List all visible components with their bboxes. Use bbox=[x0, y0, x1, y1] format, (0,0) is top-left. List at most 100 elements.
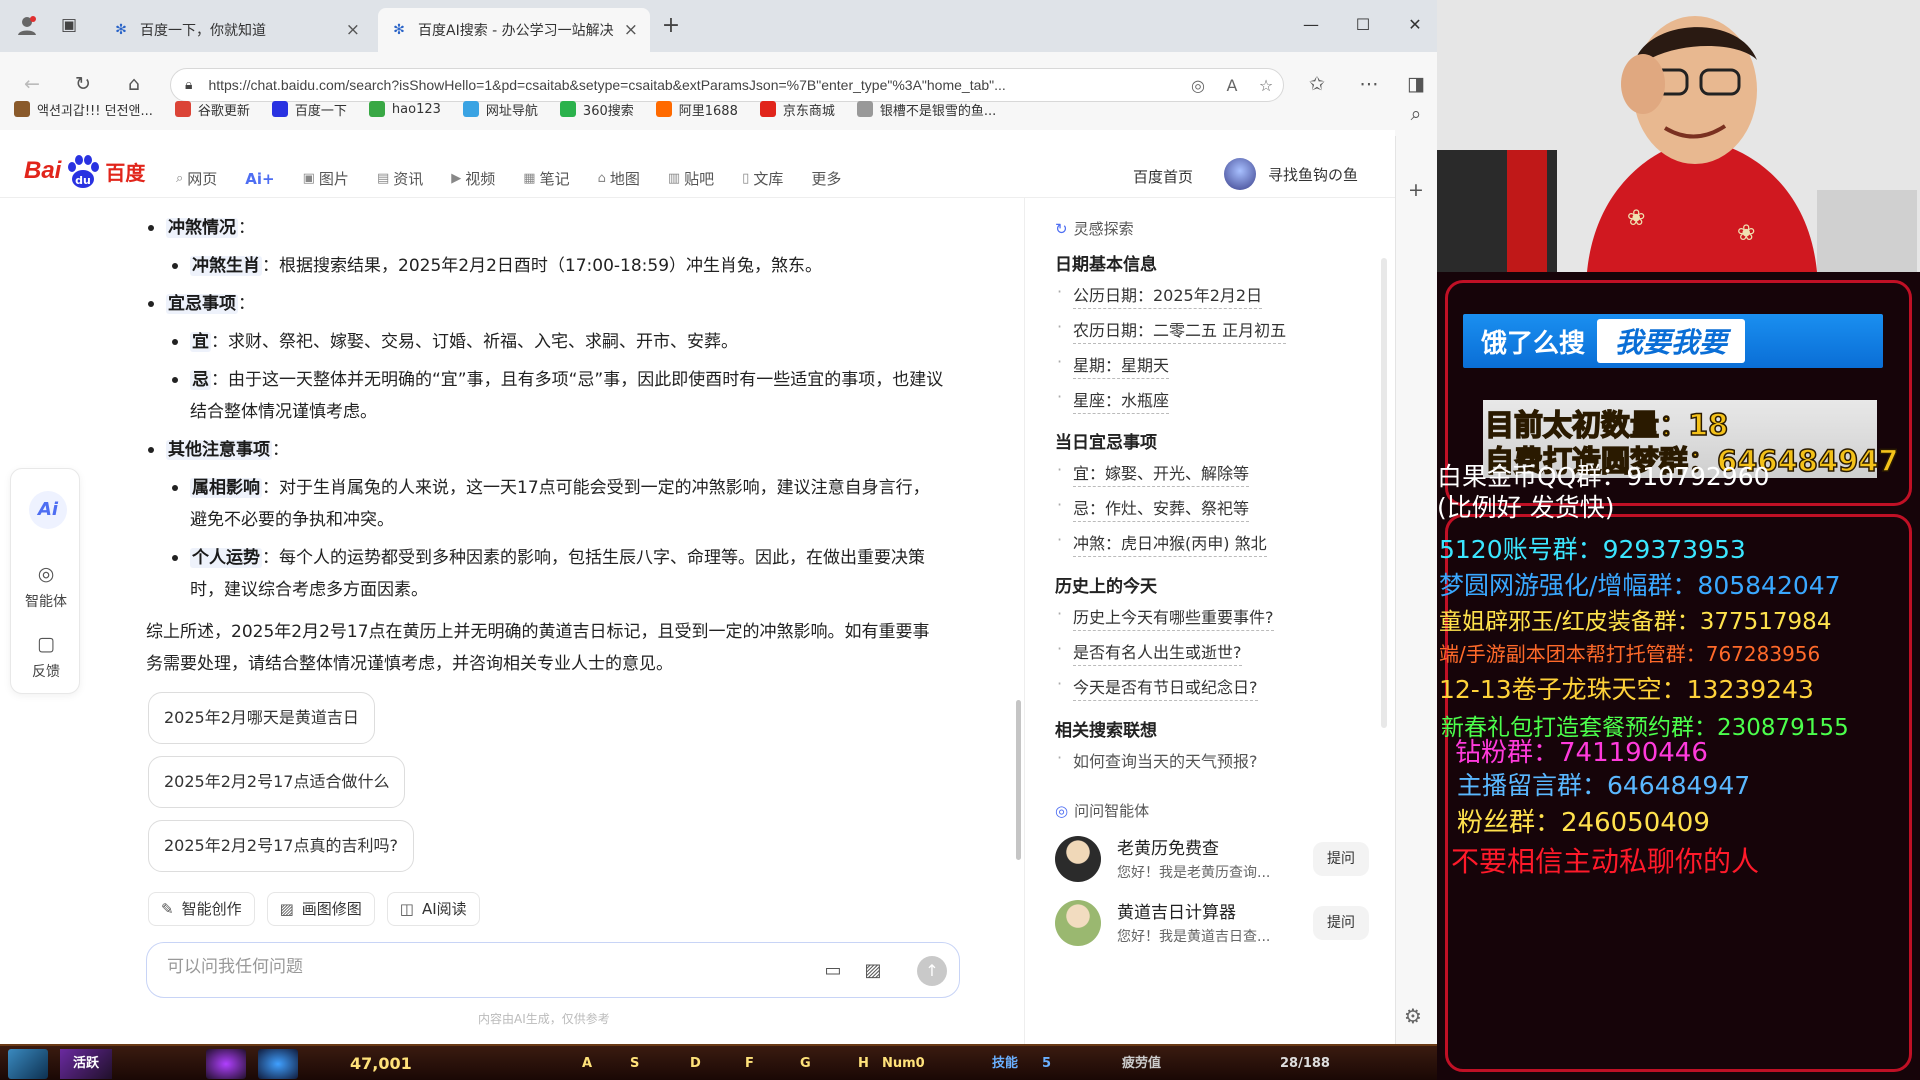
keyword[interactable]: 宜 bbox=[190, 332, 211, 352]
related-item[interactable]: 如何查询当天的天气预报? bbox=[1057, 748, 1257, 774]
skill-slot[interactable] bbox=[258, 1049, 298, 1079]
settings-gear-icon[interactable]: ⚙ bbox=[1404, 1004, 1422, 1028]
user-menu[interactable]: 寻找鱼钩の鱼 bbox=[1224, 158, 1358, 190]
search-tab[interactable]: ▯ 文库 bbox=[742, 168, 783, 189]
pen-icon: ✎ bbox=[161, 900, 174, 918]
folder-icon[interactable]: ▭ bbox=[819, 957, 847, 985]
suggestion-chip[interactable]: 2025年2月2号17点适合做什么 bbox=[148, 756, 406, 808]
search-tab[interactable]: ⌕ 网页 bbox=[176, 168, 217, 189]
history-item[interactable]: 是否有名人出生或逝世? bbox=[1057, 639, 1242, 666]
svg-text:❀: ❀ bbox=[1737, 221, 1755, 246]
bookmark-item[interactable]: 액션괴갑!!! 던전앤... bbox=[14, 100, 153, 119]
yiji-item[interactable]: 宜：嫁娶、开光、解除等 bbox=[1057, 460, 1250, 487]
minimize-button[interactable]: — bbox=[1296, 12, 1326, 38]
tab-icon: ▤ bbox=[376, 171, 390, 186]
search-tab[interactable]: ▣ 图片 bbox=[303, 168, 349, 189]
bookmark-item[interactable]: 360搜索 bbox=[559, 100, 634, 119]
close-tab-icon[interactable]: × bbox=[346, 20, 360, 40]
search-tab[interactable]: ▦ 笔记 bbox=[523, 168, 569, 189]
bookmark-item[interactable]: 阿里1688 bbox=[655, 100, 738, 119]
keyword[interactable]: 属相影响 bbox=[190, 478, 262, 498]
favorites-icon[interactable]: ✩ bbox=[1303, 70, 1331, 98]
ask-agent-button[interactable]: 提问 bbox=[1313, 842, 1369, 876]
hotkey-label: F bbox=[745, 1056, 754, 1071]
search-tab[interactable]: ▶ 视频 bbox=[451, 168, 495, 189]
read-aloud-icon[interactable]: A bbox=[1215, 76, 1249, 95]
new-tab-button[interactable]: + bbox=[658, 12, 684, 38]
reader-icon[interactable]: ◎ bbox=[1181, 76, 1215, 95]
add-icon[interactable]: + bbox=[1402, 176, 1430, 204]
date-item[interactable]: 农历日期：二零二五 正月初五 bbox=[1057, 317, 1287, 344]
scrollbar[interactable] bbox=[1014, 230, 1022, 890]
scrollbar-thumb[interactable] bbox=[1016, 700, 1021, 860]
bookmark-item[interactable]: hao123 bbox=[368, 101, 441, 117]
history-item[interactable]: 历史上今天有哪些重要事件? bbox=[1057, 604, 1274, 631]
agent-desc: 您好！我是老黄历查询... bbox=[1117, 865, 1271, 881]
agent-button[interactable]: ◎ 智能体 bbox=[11, 563, 81, 611]
date-item[interactable]: 公历日期：2025年2月2日 bbox=[1057, 282, 1263, 309]
send-button[interactable]: ↑ bbox=[917, 956, 947, 986]
tab-baidu-home[interactable]: ✻ 百度一下，你就知道 × bbox=[100, 8, 372, 52]
smart-create-button[interactable]: ✎ 智能创作 bbox=[148, 892, 255, 926]
bookmark-item[interactable]: 网址导航 bbox=[462, 100, 538, 119]
ai-read-button[interactable]: ◫ AI阅读 bbox=[386, 892, 480, 926]
tab-actions-icon[interactable]: ▣ bbox=[56, 12, 82, 38]
logo-text: Bai bbox=[24, 157, 62, 184]
search-tab[interactable]: Ai+ bbox=[245, 168, 274, 189]
history-item[interactable]: 今天是否有节日或纪念日? bbox=[1057, 674, 1258, 701]
yiji-item[interactable]: 冲煞：虎日冲猴(丙申) 煞北 bbox=[1057, 530, 1267, 557]
tab-label: 百度AI搜索 - 办公学习一站解决 bbox=[418, 23, 614, 39]
group-line: 主播留言群：646484947 bbox=[1457, 771, 1751, 800]
date-item[interactable]: 星座：水瓶座 bbox=[1057, 387, 1170, 414]
bookmark-item[interactable]: 百度一下 bbox=[271, 100, 347, 119]
maximize-button[interactable]: ☐ bbox=[1348, 12, 1378, 38]
skill-slot[interactable] bbox=[8, 1049, 48, 1079]
bookmark-item[interactable]: 谷歌更新 bbox=[174, 100, 250, 119]
keyword[interactable]: 冲煞生肖 bbox=[190, 256, 262, 276]
profile-icon[interactable] bbox=[14, 12, 40, 38]
baidu-logo[interactable]: Bai du 百度 bbox=[24, 152, 145, 190]
keyword[interactable]: 个人运势 bbox=[190, 548, 262, 568]
more-menu-icon[interactable]: ⋯ bbox=[1355, 70, 1383, 98]
question-input[interactable] bbox=[167, 957, 747, 977]
bookmark-item[interactable]: 银槽不是银雪的鱼... bbox=[856, 100, 996, 119]
tab-label: 资讯 bbox=[393, 170, 424, 188]
scrollbar[interactable] bbox=[1381, 258, 1387, 728]
group-line: 粉丝群：246050409 bbox=[1457, 808, 1710, 838]
item-text: ：求财、祭祀、嫁娶、交易、订婚、祈福、入宅、求嗣、开市、安葬。 bbox=[211, 332, 738, 352]
skill-slot[interactable] bbox=[206, 1049, 246, 1079]
search-tab[interactable]: ⌂ 地图 bbox=[598, 168, 640, 189]
summary-text: 综上所述，2025年2月2号17点在黄历上并无明确的黄道吉日标记，且受到一定的冲… bbox=[146, 622, 930, 674]
ai-assistant-icon[interactable]: Ai bbox=[29, 491, 67, 529]
svg-text:du: du bbox=[76, 174, 92, 187]
agent-avatar bbox=[1055, 836, 1101, 882]
section-title: 当日宜忌事项 bbox=[1055, 433, 1157, 453]
close-window-button[interactable]: ✕ bbox=[1400, 12, 1430, 38]
agent-card[interactable]: 黄道吉日计算器 您好！我是黄道吉日查... 提问 bbox=[1055, 898, 1385, 954]
image-upload-icon[interactable]: ▨ bbox=[859, 957, 887, 985]
baidu-home-link[interactable]: 百度首页 bbox=[1133, 166, 1193, 187]
search-icon[interactable]: ⌕ bbox=[1402, 100, 1430, 128]
agent-card[interactable]: 老黄历免费查 您好！我是老黄历查询... 提问 bbox=[1055, 834, 1385, 890]
search-tab[interactable]: 更多 bbox=[811, 168, 841, 189]
search-tab[interactable]: ▥ 贴吧 bbox=[668, 168, 714, 189]
suggestion-chip[interactable]: 2025年2月哪天是黄道吉日 bbox=[148, 692, 375, 744]
bookmark-label: 액션괴갑!!! 던전앤... bbox=[37, 103, 153, 119]
yiji-item[interactable]: 忌：作灶、安葬、祭祀等 bbox=[1057, 495, 1250, 522]
group-line: 童姐辟邪玉/红皮装备群：377517984 bbox=[1439, 609, 1832, 635]
date-item[interactable]: 星期：星期天 bbox=[1057, 352, 1170, 379]
sidebar-toggle-icon[interactable]: ◨ bbox=[1402, 70, 1430, 98]
favorite-star-icon[interactable]: ☆ bbox=[1249, 76, 1283, 95]
tool-label: 智能创作 bbox=[181, 900, 242, 918]
keyword[interactable]: 忌 bbox=[190, 370, 211, 390]
tab-baidu-ai[interactable]: ✻ 百度AI搜索 - 办公学习一站解决 × bbox=[378, 8, 650, 52]
suggestion-chip[interactable]: 2025年2月2号17点真的吉利吗? bbox=[148, 820, 414, 872]
list-item: 冲煞情况： bbox=[146, 212, 946, 244]
skill-slot[interactable]: 活跃 bbox=[60, 1049, 112, 1079]
image-edit-button[interactable]: ▨ 画图修图 bbox=[266, 892, 375, 926]
search-tab[interactable]: ▤ 资讯 bbox=[377, 168, 423, 189]
feedback-button[interactable]: ▢ 反馈 bbox=[11, 633, 81, 681]
ask-agent-button[interactable]: 提问 bbox=[1313, 906, 1369, 940]
close-tab-icon[interactable]: × bbox=[624, 20, 638, 40]
bookmark-item[interactable]: 京东商城 bbox=[759, 100, 835, 119]
